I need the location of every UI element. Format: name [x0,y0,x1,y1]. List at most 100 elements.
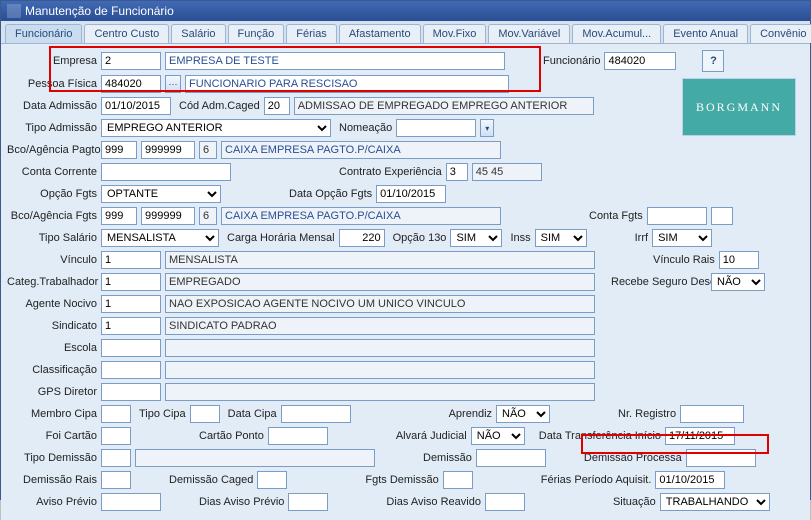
label-vinculo-rais: Vínculo Rais [649,254,715,266]
label-agente-nocivo: Agente Nocivo [7,298,97,310]
contrato-exp-input[interactable] [446,163,468,181]
label-foi-cartao: Foi Cartão [7,430,97,442]
label-cod-adm-caged: Cód Adm.Caged [175,100,260,112]
sindicato-desc [165,317,595,335]
label-nr-registro: Nr. Registro [614,408,676,420]
label-tipo-admissao: Tipo Admissão [7,122,97,134]
label-opcao-13o: Opção 13o [389,232,447,244]
ag-fgts-input[interactable] [141,207,195,225]
tab-convenio[interactable]: Convênio [750,24,811,43]
bco-fgts-input[interactable] [101,207,137,225]
label-tipo-salario: Tipo Salário [7,232,97,244]
tab-mov-acumul[interactable]: Mov.Acumul... [572,24,661,43]
vinculo-cod-input[interactable] [101,251,161,269]
label-tipo-demissao: Tipo Demissão [7,452,97,464]
data-cipa-input[interactable] [281,405,351,423]
label-situacao: Situação [609,496,656,508]
label-classificacao: Classificação [7,364,97,376]
funcionario-cod-input[interactable] [604,52,676,70]
empresa-cod-input[interactable] [101,52,161,70]
label-ferias-periodo: Férias Período Aquisit. [537,474,652,486]
label-cartao-ponto: Cartão Ponto [195,430,264,442]
classificacao-desc [165,361,595,379]
label-escola: Escola [7,342,97,354]
window: Manutenção de Funcionário Funcionário Ce… [0,0,811,500]
demissao-caged-cod-input[interactable] [257,471,287,489]
label-tipo-cipa: Tipo Cipa [135,408,186,420]
tab-salario[interactable]: Salário [171,24,225,43]
recebe-seguro-select[interactable]: NÃO [711,273,765,291]
conta-corrente-input[interactable] [101,163,231,181]
tab-funcao[interactable]: Função [228,24,285,43]
agente-nocivo-cod-input[interactable] [101,295,161,313]
membro-cipa-input[interactable] [101,405,131,423]
bco-pagto-input[interactable] [101,141,137,159]
cod-adm-caged-desc [294,97,594,115]
gps-diretor-cod-input[interactable] [101,383,161,401]
conta-fgts-input[interactable] [647,207,707,225]
nomeacao-input[interactable] [396,119,476,137]
label-conta-corrente: Conta Corrente [7,166,97,178]
tipo-cipa-input[interactable] [190,405,220,423]
situacao-select[interactable]: TRABALHANDO [660,493,770,511]
pessoa-fisica-cod-input[interactable] [101,75,161,93]
label-demissao-rais: Demissão Rais [7,474,97,486]
ag-pagto-input[interactable] [141,141,195,159]
demissao-input[interactable] [476,449,546,467]
alvara-judicial-select[interactable]: NÃO [471,427,525,445]
sindicato-cod-input[interactable] [101,317,161,335]
carga-horaria-input[interactable] [339,229,385,247]
tipo-admissao-select[interactable]: EMPREGO ANTERIOR [101,119,331,137]
help-button[interactable]: ? [702,50,724,72]
pessoa-fisica-lookup-button[interactable]: ⋯ [165,75,181,93]
classificacao-cod-input[interactable] [101,361,161,379]
tab-mov-fixo[interactable]: Mov.Fixo [423,24,487,43]
irrf-select[interactable]: SIM [652,229,712,247]
dias-aviso-reavido-input[interactable] [485,493,525,511]
cartao-ponto-input[interactable] [268,427,328,445]
pessoa-fisica-nome-input[interactable] [185,75,509,93]
tab-bar: Funcionário Centro Custo Salário Função … [1,21,810,44]
app-icon [7,4,21,18]
fgts-demissao-cod-input[interactable] [443,471,473,489]
tab-mov-variavel[interactable]: Mov.Variável [488,24,570,43]
tipo-demissao-cod-input[interactable] [101,449,131,467]
label-alvara-judicial: Alvará Judicial [392,430,467,442]
data-opcao-fgts-input[interactable] [376,185,446,203]
vinculo-rais-input[interactable] [719,251,759,269]
opcao-fgts-select[interactable]: OPTANTE [101,185,221,203]
ferias-periodo-input[interactable] [655,471,725,489]
data-admissao-input[interactable] [101,97,171,115]
categ-trab-cod-input[interactable] [101,273,161,291]
nomeacao-dropdown-button[interactable]: ▾ [480,119,494,137]
inss-select[interactable]: SIM [535,229,587,247]
tab-centro-custo[interactable]: Centro Custo [84,24,169,43]
tipo-salario-select[interactable]: MENSALISTA [101,229,219,247]
logo: BORGMANN [682,78,796,136]
label-demissao-processa: Demissão Processa [580,452,682,464]
tab-evento-anual[interactable]: Evento Anual [663,24,748,43]
foi-cartao-input[interactable] [101,427,131,445]
demissao-rais-cod-input[interactable] [101,471,131,489]
demissao-processa-input[interactable] [686,449,756,467]
label-dias-aviso-previo: Dias Aviso Prévio [195,496,284,508]
data-transf-inicio-input[interactable] [665,427,735,445]
tab-funcionario[interactable]: Funcionário [5,24,82,43]
label-sindicato: Sindicato [7,320,97,332]
opcao-13o-select[interactable]: SIM [450,229,502,247]
conta-fgts-dv-input[interactable] [711,207,733,225]
escola-cod-input[interactable] [101,339,161,357]
label-demissao: Demissão [419,452,472,464]
nr-registro-input[interactable] [680,405,744,423]
label-categ-trab: Categ.Trabalhador [7,276,97,288]
label-gps-diretor: GPS Diretor [7,386,97,398]
aviso-previo-input[interactable] [101,493,161,511]
dias-aviso-previo-input[interactable] [288,493,328,511]
cod-adm-caged-input[interactable] [264,97,290,115]
empresa-nome-input[interactable] [165,52,505,70]
tab-afastamento[interactable]: Afastamento [339,24,421,43]
agente-nocivo-desc [165,295,595,313]
titlebar: Manutenção de Funcionário [1,1,810,21]
tab-ferias[interactable]: Férias [286,24,337,43]
aprendiz-select[interactable]: NÃO [496,405,550,423]
